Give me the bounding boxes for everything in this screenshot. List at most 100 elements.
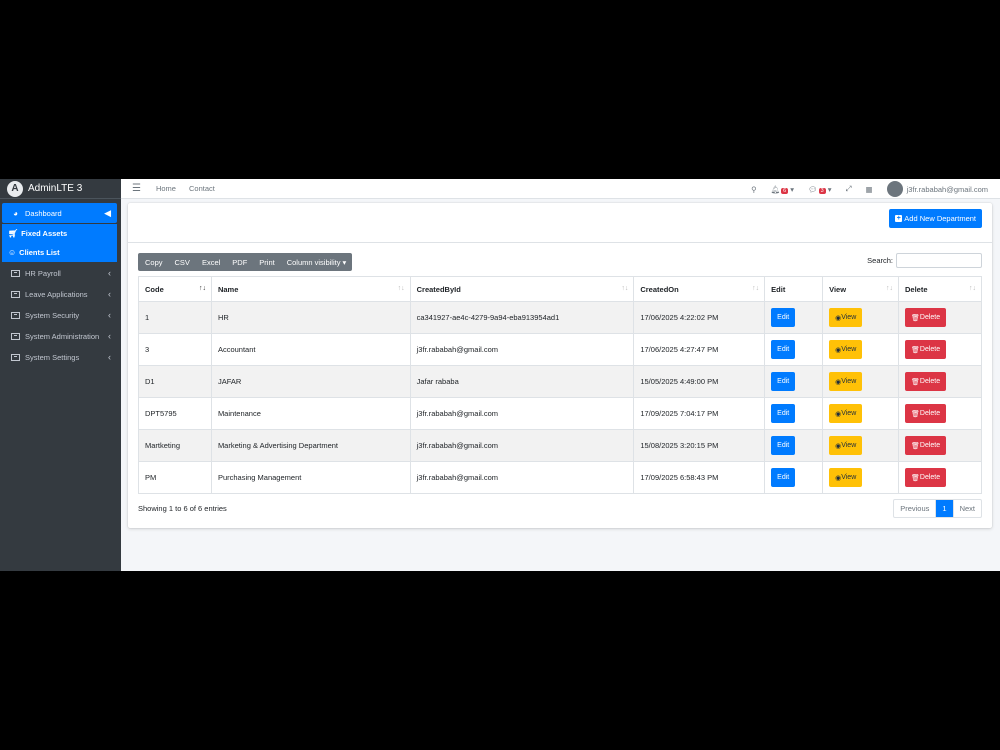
column-header-edit[interactable]: Edit <box>764 276 824 302</box>
bell-icon: 🔔︎ <box>770 184 781 194</box>
sidebar-item-label: Clients List <box>19 248 60 257</box>
departments-card: + Add New Department Copy CSV Excel PDF … <box>128 203 992 528</box>
cell-created-on: 17/06/2025 4:22:02 PM <box>633 301 766 334</box>
cell-delete: 🗑︎ Delete <box>898 365 982 398</box>
view-button[interactable]: ◉ View <box>829 308 863 327</box>
next-page-button[interactable]: Next <box>952 500 981 517</box>
view-button[interactable]: ◉ View <box>829 340 863 359</box>
departments-table: Code ↑↓ Name ↑↓ CreatedById ↑↓ CreatedOn ↑↓ … <box>138 276 982 494</box>
table-row: DPT5795 Maintenance j3fr.rababah@gmail.c… <box>138 397 982 430</box>
cell-edit: Edit <box>764 397 824 430</box>
app: A AdminLTE 3 ◕ Dashboard ◀ 🛒︎ Fixed Asse… <box>0 179 1000 571</box>
messages-dropdown[interactable]: 💬︎ 3 ▾ <box>808 185 832 194</box>
sidebar-item-hr-payroll[interactable]: HR Payroll ‹ <box>2 263 117 283</box>
sidebar-item-dashboard[interactable]: ◕ Dashboard ◀ <box>2 203 117 223</box>
cell-view: ◉ View <box>822 333 900 366</box>
cell-code: D1 <box>138 365 212 398</box>
fullscreen-icon[interactable]: ⤢ <box>846 184 852 194</box>
cell-created-by: Jafar rababa <box>409 365 635 398</box>
cell-created-on: 17/09/2025 7:04:17 PM <box>633 397 766 430</box>
search-icon[interactable]: ⚲ <box>751 185 757 194</box>
column-header-created-on[interactable]: CreatedOn ↑↓ <box>633 276 766 302</box>
cell-name: Marketing & Advertising Department <box>210 429 411 462</box>
delete-button[interactable]: 🗑︎ Delete <box>905 308 947 327</box>
user-email: j3fr.rababah@gmail.com <box>906 184 988 194</box>
delete-button[interactable]: 🗑︎ Delete <box>905 436 947 455</box>
table-icon <box>11 353 20 361</box>
cell-created-by: j3fr.rababah@gmail.com <box>409 461 635 494</box>
delete-button[interactable]: 🗑︎ Delete <box>905 372 947 391</box>
cell-created-by: ca341927-ae4c-4279-9a94-eba913954ad1 <box>409 301 635 334</box>
table-info: Showing 1 to 6 of 6 entries <box>138 504 227 513</box>
edit-button[interactable]: Edit <box>771 372 796 391</box>
avatar <box>886 181 903 197</box>
edit-button[interactable]: Edit <box>771 436 796 455</box>
table-row: 1 HR ca341927-ae4c-4279-9a94-eba913954ad… <box>138 301 982 334</box>
view-button[interactable]: ◉ View <box>829 468 863 487</box>
sidebar-item-clients-list[interactable]: ☺ Clients List <box>2 243 117 262</box>
brand-link[interactable]: A AdminLTE 3 <box>0 179 121 199</box>
edit-button[interactable]: Edit <box>771 404 796 423</box>
sidebar-item-system-settings[interactable]: System Settings ‹ <box>2 347 117 367</box>
brand-logo-icon: A <box>7 180 23 197</box>
cell-delete: 🗑︎ Delete <box>898 333 982 366</box>
sidebar-item-system-security[interactable]: System Security ‹ <box>2 305 117 325</box>
table-icon <box>11 269 20 277</box>
column-visibility-button[interactable]: Column visibility ▾ <box>281 253 353 271</box>
trash-icon: 🗑︎ <box>911 410 920 418</box>
sidebar-item-leave-applications[interactable]: Leave Applications ‹ <box>2 284 117 304</box>
notifications-badge: 6 <box>781 187 789 194</box>
cell-code: DPT5795 <box>138 397 212 430</box>
nav-link-home[interactable]: Home <box>156 184 176 193</box>
cell-view: ◉ View <box>822 461 900 494</box>
edit-button[interactable]: Edit <box>771 340 796 359</box>
sidebar-item-fixed-assets[interactable]: 🛒︎ Fixed Assets <box>2 224 117 243</box>
column-header-view[interactable]: View ↑↓ <box>822 276 900 302</box>
plus-square-icon: + <box>895 215 903 222</box>
view-button[interactable]: ◉ View <box>829 436 863 455</box>
sidebar-item-system-administration[interactable]: System Administration ‹ <box>2 326 117 346</box>
cell-edit: Edit <box>764 461 824 494</box>
column-header-name[interactable]: Name ↑↓ <box>210 276 411 302</box>
chevron-left-icon: ‹ <box>108 352 111 362</box>
table-search: Search: <box>867 253 982 268</box>
edit-button[interactable]: Edit <box>771 308 796 327</box>
delete-button[interactable]: 🗑︎ Delete <box>905 404 947 423</box>
nav-link-contact[interactable]: Contact <box>189 184 215 193</box>
user-menu[interactable]: j3fr.rababah@gmail.com <box>886 181 988 197</box>
cell-delete: 🗑︎ Delete <box>898 301 982 334</box>
trash-icon: 🗑︎ <box>911 346 920 354</box>
column-header-code[interactable]: Code ↑↓ <box>138 276 212 302</box>
view-button[interactable]: ◉ View <box>829 372 863 391</box>
column-header-created-by[interactable]: CreatedById ↑↓ <box>409 276 635 302</box>
cell-name: JAFAR <box>210 365 411 398</box>
excel-button[interactable]: Excel <box>196 253 226 271</box>
copy-button[interactable]: Copy <box>138 253 169 271</box>
print-button[interactable]: Print <box>253 253 280 271</box>
pdf-button[interactable]: PDF <box>226 253 253 271</box>
menu-toggle-icon[interactable]: ☰ <box>132 183 141 194</box>
pagination: Previous 1 Next <box>893 499 982 518</box>
add-new-department-button[interactable]: + Add New Department <box>889 209 982 228</box>
sidebar-item-label: System Administration <box>25 331 100 341</box>
chevron-left-icon: ‹ <box>108 310 111 320</box>
export-button-group: Copy CSV Excel PDF Print Column visibili… <box>138 253 353 271</box>
delete-button[interactable]: 🗑︎ Delete <box>905 340 947 359</box>
delete-button[interactable]: 🗑︎ Delete <box>905 468 947 487</box>
view-button[interactable]: ◉ View <box>829 404 863 423</box>
page-1-button[interactable]: 1 <box>935 500 953 517</box>
search-input[interactable] <box>896 253 982 268</box>
previous-page-button[interactable]: Previous <box>894 500 935 517</box>
chevron-left-icon: ‹ <box>108 289 111 299</box>
edit-button[interactable]: Edit <box>771 468 796 487</box>
sort-asc-icon: ↑↓ <box>198 285 206 292</box>
table-icon <box>11 311 20 319</box>
csv-button[interactable]: CSV <box>169 253 196 271</box>
column-header-delete[interactable]: Delete ↑↓ <box>898 276 982 302</box>
trash-icon: 🗑︎ <box>911 378 920 386</box>
notifications-dropdown[interactable]: 🔔︎ 6 ▾ <box>771 185 794 194</box>
table-row: PM Purchasing Management j3fr.rababah@gm… <box>138 461 982 494</box>
sort-icon: ↑↓ <box>969 285 976 292</box>
cell-view: ◉ View <box>822 301 900 334</box>
apps-grid-icon[interactable]: ▦ <box>866 185 873 194</box>
